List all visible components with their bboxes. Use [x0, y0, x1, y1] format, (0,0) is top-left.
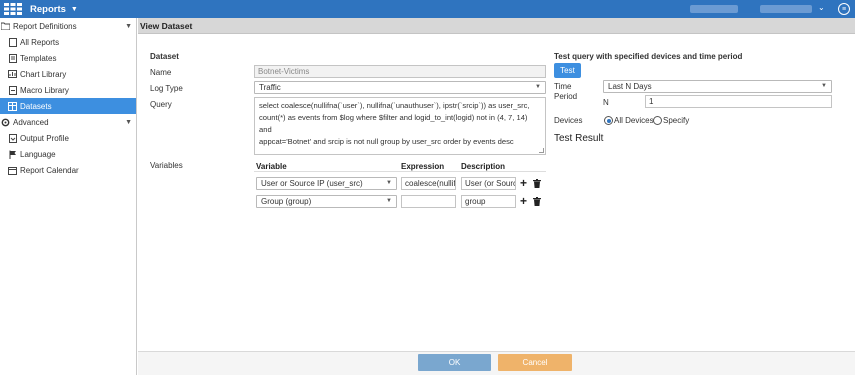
name-label: Name	[150, 68, 172, 77]
chevron-down-icon[interactable]: ▼	[71, 6, 78, 13]
sidebar-group-label: Advanced	[13, 117, 49, 127]
add-row-icon[interactable]: +	[520, 195, 527, 207]
sidebar-item-label: Chart Library	[20, 69, 67, 79]
log-type-label: Log Type	[150, 84, 183, 93]
sidebar-item-label: Templates	[20, 53, 57, 63]
template-icon	[8, 53, 17, 63]
sidebar-item-output-profile[interactable]: Output Profile	[0, 130, 136, 146]
query-line: select coalesce(nullifna(`user`), nullif…	[259, 101, 530, 110]
variable-column-header: Variable	[256, 162, 287, 171]
test-result-heading: Test Result	[554, 133, 604, 144]
log-type-select[interactable]: Traffic ▼	[254, 81, 546, 94]
output-icon	[8, 133, 17, 143]
n-field[interactable]: 1	[645, 95, 832, 108]
cancel-button[interactable]: Cancel	[498, 354, 572, 371]
description-field[interactable]: group	[461, 195, 516, 208]
redacted-user[interactable]	[760, 5, 812, 13]
time-period-select[interactable]: Last N Days ▼	[603, 80, 832, 93]
time-period-value: Last N Days	[608, 82, 652, 91]
expression-column-header: Expression	[401, 162, 445, 171]
query-label: Query	[150, 100, 172, 109]
variable-select[interactable]: Group (group) ▼	[256, 195, 397, 208]
sidebar: Report Definitions ▼ All Reports Templat…	[0, 18, 137, 375]
ok-button[interactable]: OK	[418, 354, 491, 371]
all-devices-label[interactable]: All Devices	[614, 116, 654, 125]
test-panel-title: Test query with specified devices and ti…	[554, 52, 743, 61]
footer-bar	[138, 351, 855, 375]
description-column-header: Description	[461, 162, 506, 171]
settings-icon[interactable]: ≡	[838, 3, 850, 15]
sidebar-group-report-definitions[interactable]: Report Definitions ▼	[0, 18, 136, 34]
page-title: View Dataset	[138, 18, 855, 34]
sidebar-item-macro-library[interactable]: Macro Library	[0, 82, 136, 98]
table-header-divider	[254, 171, 546, 172]
dropdown-arrow-icon: ▼	[535, 84, 541, 90]
variable-value: Group (group)	[261, 197, 312, 206]
sidebar-item-chart-library[interactable]: Chart Library	[0, 66, 136, 82]
collapse-chevron-icon[interactable]: ▼	[125, 23, 132, 30]
add-row-icon[interactable]: +	[520, 177, 527, 189]
macro-icon	[8, 85, 17, 95]
variable-value: User or Source IP (user_src)	[261, 179, 363, 188]
document-icon	[8, 37, 17, 47]
test-button[interactable]: Test	[554, 63, 581, 78]
description-field[interactable]: User (or Sourc	[461, 177, 516, 190]
variable-select[interactable]: User or Source IP (user_src) ▼	[256, 177, 397, 190]
grid-logo-icon	[3, 2, 23, 16]
devices-label: Devices	[554, 116, 583, 125]
sidebar-item-datasets[interactable]: Datasets	[0, 98, 136, 114]
collapse-chevron-icon[interactable]: ▼	[125, 119, 132, 126]
log-type-value: Traffic	[259, 83, 281, 92]
variables-label: Variables	[150, 161, 183, 170]
specify-label[interactable]: Specify	[663, 116, 689, 125]
app-title[interactable]: Reports	[30, 4, 66, 15]
calendar-icon	[8, 166, 17, 175]
query-line: appcat='Botnet' and srcip is not null gr…	[259, 137, 514, 146]
sidebar-item-report-calendar[interactable]: Report Calendar	[0, 162, 136, 178]
name-field: Botnet-Victims	[254, 65, 546, 78]
user-menu-chevron-icon[interactable]: ⌄	[818, 3, 825, 12]
query-line: count(*) as events from $log where $filt…	[259, 113, 528, 134]
folder-icon	[1, 22, 10, 31]
sidebar-item-label: Output Profile	[20, 133, 69, 143]
query-textarea[interactable]: select coalesce(nullifna(`user`), nullif…	[254, 97, 546, 155]
gear-icon	[1, 118, 10, 127]
sidebar-group-advanced[interactable]: Advanced ▼	[0, 114, 136, 130]
sidebar-item-label: All Reports	[20, 37, 60, 47]
sidebar-item-label: Macro Library	[20, 85, 69, 95]
dropdown-arrow-icon: ▼	[386, 198, 392, 204]
dataset-section-label: Dataset	[150, 52, 179, 61]
resize-grip-icon[interactable]	[539, 148, 544, 153]
n-label: N	[603, 98, 609, 107]
dropdown-arrow-icon: ▼	[821, 83, 827, 89]
top-bar: Reports ▼ ⌄ ≡	[0, 0, 855, 18]
sidebar-item-language[interactable]: Language	[0, 146, 136, 162]
sidebar-item-label: Datasets	[20, 101, 52, 111]
trash-icon[interactable]	[533, 179, 541, 188]
trash-icon[interactable]	[533, 197, 541, 206]
sidebar-item-all-reports[interactable]: All Reports	[0, 34, 136, 50]
specify-radio[interactable]	[653, 116, 662, 125]
chart-icon	[8, 70, 17, 79]
all-devices-radio[interactable]	[604, 116, 613, 125]
sidebar-item-label: Report Calendar	[20, 165, 79, 175]
expression-field[interactable]: coalesce(nullif	[401, 177, 456, 190]
redacted-info	[690, 5, 738, 13]
flag-icon	[8, 150, 17, 159]
sidebar-item-label: Language	[20, 149, 56, 159]
expression-field[interactable]	[401, 195, 456, 208]
sidebar-group-label: Report Definitions	[13, 21, 77, 31]
sidebar-item-templates[interactable]: Templates	[0, 50, 136, 66]
time-period-label: Time	[554, 82, 572, 91]
dropdown-arrow-icon: ▼	[386, 180, 392, 186]
time-period-label-2: Period	[554, 92, 578, 101]
datasets-icon	[8, 101, 17, 111]
